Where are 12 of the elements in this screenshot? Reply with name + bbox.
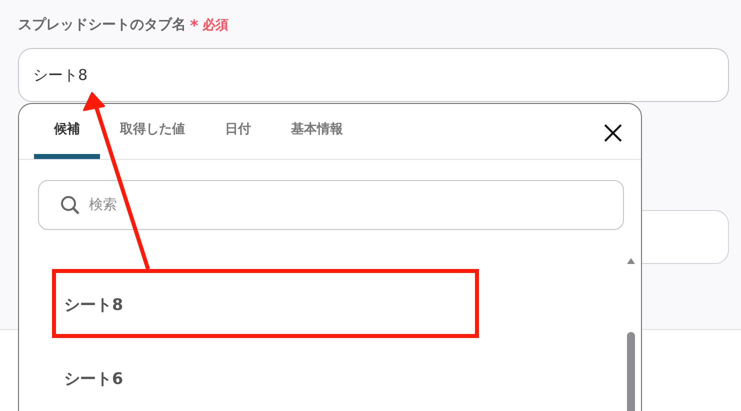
field-label: スプレッドシートのタブ名 [18, 16, 186, 34]
option-item[interactable]: シート6 [19, 342, 641, 411]
search-icon [60, 195, 80, 215]
tab[interactable]: 日付 [205, 104, 271, 159]
close-icon[interactable] [603, 123, 623, 143]
search-field[interactable]: 検索 [38, 180, 624, 230]
required-text: 必須 [202, 16, 228, 34]
required-mark: * [190, 16, 198, 34]
tab[interactable]: 基本情報 [271, 104, 363, 159]
sheet-tab-field[interactable]: シート8 [18, 48, 729, 102]
option-item[interactable]: シート8 [19, 268, 641, 342]
tab[interactable]: 取得した値 [100, 104, 205, 159]
